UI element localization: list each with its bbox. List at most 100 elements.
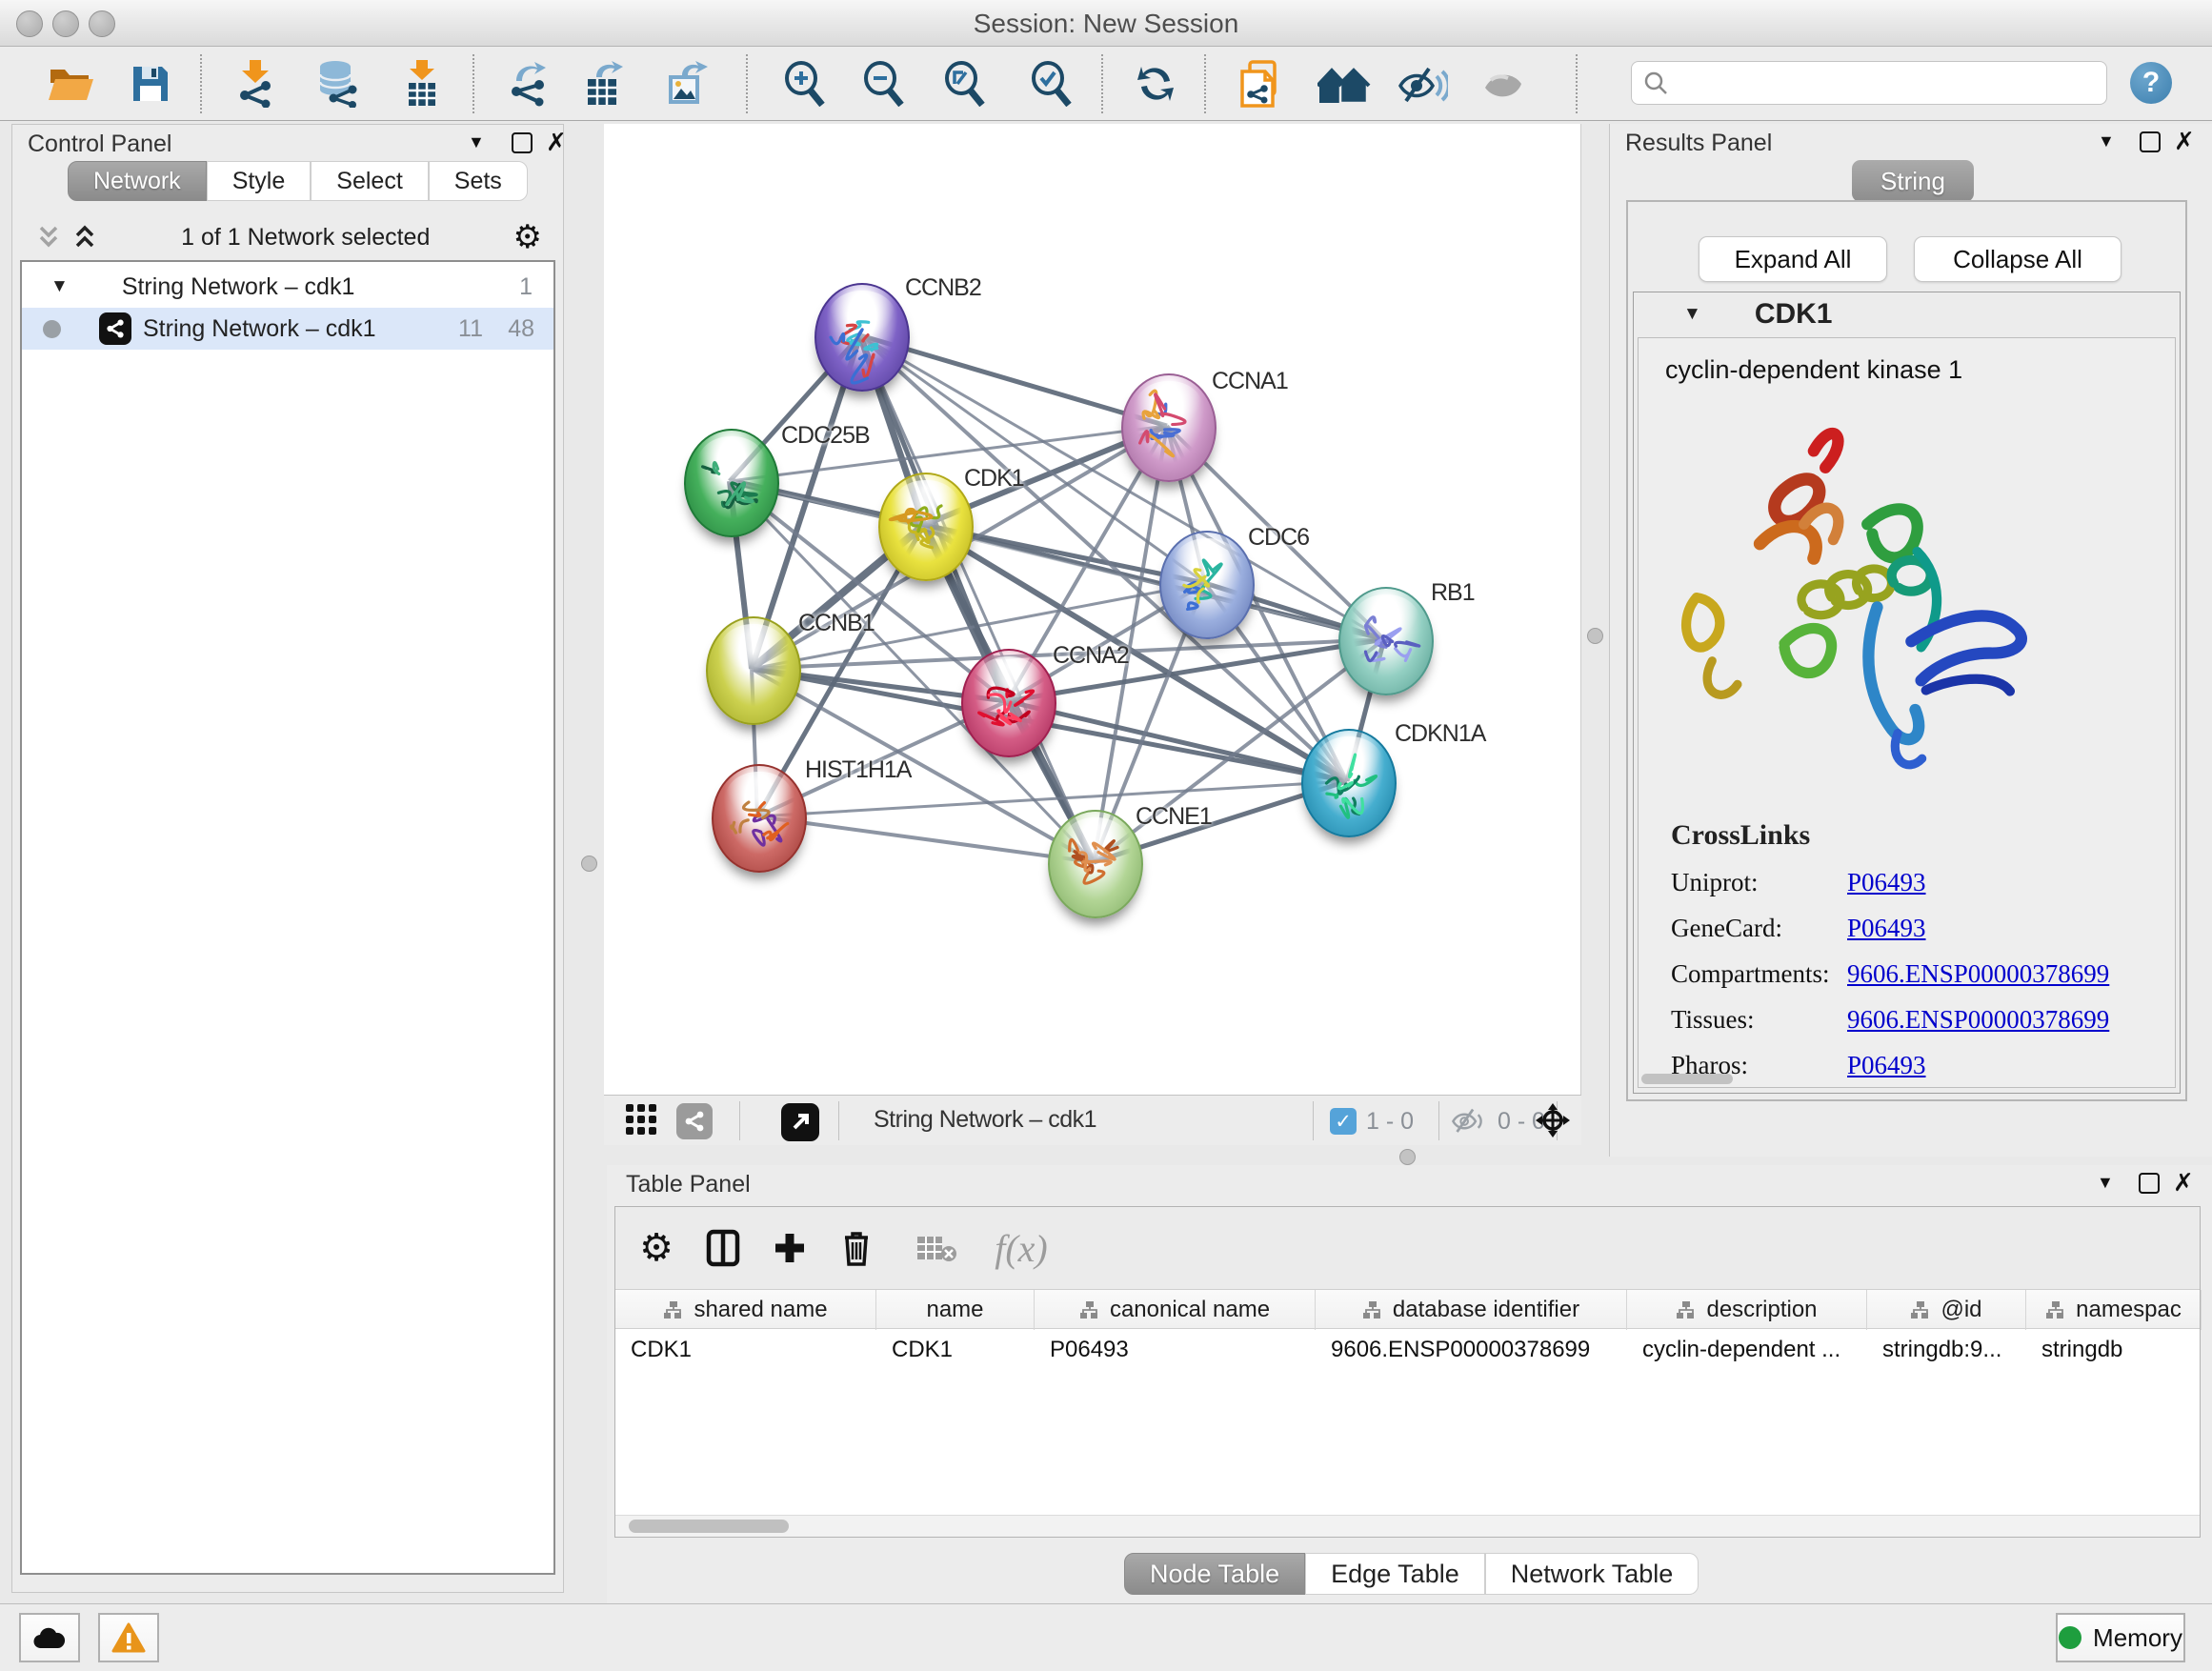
control-panel-menu-button[interactable]: ▼ bbox=[468, 132, 485, 152]
collapse-all-networks-button[interactable] bbox=[35, 224, 62, 251]
grid-view-button[interactable] bbox=[625, 1103, 657, 1136]
hide-selected-button[interactable] bbox=[1396, 56, 1451, 111]
pan-mode-button[interactable] bbox=[1534, 1101, 1572, 1139]
tab-select[interactable]: Select bbox=[311, 161, 428, 201]
show-all-button[interactable] bbox=[1476, 56, 1531, 111]
results-panel-close-button[interactable]: ✗ bbox=[2174, 129, 2195, 153]
show-columns-button[interactable] bbox=[699, 1224, 747, 1272]
save-session-button[interactable] bbox=[123, 56, 178, 111]
node-CDKN1A[interactable] bbox=[1301, 729, 1397, 837]
right-splitter-handle[interactable] bbox=[1587, 628, 1603, 644]
network-from-selection-button[interactable] bbox=[1232, 56, 1287, 111]
cell-namespac[interactable]: stringdb bbox=[2026, 1330, 2202, 1370]
cloud-button[interactable] bbox=[19, 1613, 80, 1662]
cell-canonical-name[interactable]: P06493 bbox=[1035, 1330, 1316, 1370]
protein-section-header[interactable]: ▼ CDK1 bbox=[1634, 292, 2180, 336]
table-horizontal-scrollbar[interactable] bbox=[615, 1515, 2200, 1537]
network-options-gear-icon[interactable]: ⚙ bbox=[513, 221, 542, 253]
table-panel-close-button[interactable]: ✗ bbox=[2173, 1170, 2194, 1195]
horizontal-splitter-handle[interactable] bbox=[1399, 1149, 1416, 1165]
expand-all-networks-button[interactable] bbox=[71, 224, 98, 251]
open-session-button[interactable] bbox=[44, 56, 99, 111]
selected-indicator-checkbox[interactable]: ✓ bbox=[1330, 1108, 1357, 1135]
crosslink-link[interactable]: P06493 bbox=[1847, 914, 1926, 943]
node-CDC25B[interactable] bbox=[684, 429, 779, 537]
expand-all-button[interactable]: Expand All bbox=[1699, 236, 1887, 282]
node-HIST1H1A[interactable] bbox=[712, 764, 807, 873]
table-scrollbar-thumb[interactable] bbox=[629, 1520, 789, 1533]
results-panel-menu-button[interactable]: ▼ bbox=[2098, 131, 2115, 151]
node-CDC6[interactable] bbox=[1159, 531, 1255, 639]
search-input[interactable] bbox=[1668, 69, 2072, 97]
table-panel-float-button[interactable] bbox=[2139, 1173, 2160, 1194]
column-header-name[interactable]: name bbox=[876, 1290, 1035, 1330]
edge-CCNE1-HIST1H1A[interactable] bbox=[757, 816, 1094, 862]
export-image-button[interactable] bbox=[660, 56, 715, 111]
warnings-button[interactable] bbox=[98, 1613, 159, 1662]
zoom-out-button[interactable] bbox=[856, 56, 912, 111]
node-CCNE1[interactable] bbox=[1048, 810, 1143, 918]
delete-column-button[interactable] bbox=[833, 1224, 880, 1272]
export-network-button[interactable] bbox=[500, 56, 555, 111]
network-row[interactable]: String Network – cdk1 11 48 bbox=[22, 308, 553, 350]
first-neighbors-button[interactable] bbox=[1317, 56, 1372, 111]
column-header-description[interactable]: description bbox=[1627, 1290, 1867, 1330]
tab-network-table[interactable]: Network Table bbox=[1485, 1553, 1699, 1595]
cell-database-identifier[interactable]: 9606.ENSP00000378699 bbox=[1316, 1330, 1627, 1370]
export-table-button[interactable] bbox=[577, 56, 633, 111]
node-CCNB2[interactable] bbox=[814, 283, 910, 392]
zoom-selected-button[interactable] bbox=[1024, 56, 1079, 111]
table-options-gear-icon[interactable]: ⚙ bbox=[633, 1224, 680, 1272]
cell-shared-name[interactable]: CDK1 bbox=[615, 1330, 876, 1370]
cell-name[interactable]: CDK1 bbox=[876, 1330, 1035, 1370]
node-RB1[interactable] bbox=[1338, 587, 1434, 695]
results-panel-float-button[interactable] bbox=[2140, 131, 2161, 152]
column-header-namespac[interactable]: namespac bbox=[2026, 1290, 2202, 1330]
table-row[interactable]: CDK1CDK1P064939606.ENSP00000378699cyclin… bbox=[615, 1330, 2200, 1370]
network-canvas[interactable]: CCNB2CCNA1CDC25BCDK1CDC6RB1CCNB1CCNA2CDK… bbox=[604, 124, 1581, 1095]
column-header-canonical-name[interactable]: canonical name bbox=[1035, 1290, 1316, 1330]
control-panel-float-button[interactable] bbox=[512, 132, 533, 153]
help-button[interactable]: ? bbox=[2130, 62, 2172, 104]
tab-string[interactable]: String bbox=[1852, 160, 1974, 202]
add-column-button[interactable] bbox=[766, 1224, 814, 1272]
results-horizontal-scrollbar[interactable] bbox=[1641, 1074, 1733, 1084]
left-splitter-handle[interactable] bbox=[581, 856, 597, 872]
cell-@id[interactable]: stringdb:9... bbox=[1867, 1330, 2026, 1370]
toolbar-separator bbox=[838, 1101, 839, 1140]
apply-layout-button[interactable] bbox=[1128, 56, 1183, 111]
memory-button[interactable]: Memory bbox=[2056, 1613, 2185, 1662]
import-table-file-button[interactable] bbox=[394, 56, 450, 111]
control-panel-close-button[interactable]: ✗ bbox=[546, 130, 567, 154]
node-CCNB1[interactable] bbox=[706, 616, 801, 725]
cell-description[interactable]: cyclin-dependent ... bbox=[1627, 1330, 1867, 1370]
table-panel-menu-button[interactable]: ▼ bbox=[2097, 1173, 2114, 1193]
collection-expand-triangle[interactable]: ▼ bbox=[50, 276, 69, 297]
import-table-icon bbox=[402, 60, 442, 108]
zoom-fit-button[interactable] bbox=[937, 56, 993, 111]
network-collection-row[interactable]: ▼ String Network – cdk1 1 bbox=[22, 266, 553, 308]
crosslink-link[interactable]: P06493 bbox=[1847, 1051, 1926, 1080]
network-view-type-button[interactable] bbox=[676, 1103, 713, 1139]
column-header-database-identifier[interactable]: database identifier bbox=[1316, 1290, 1627, 1330]
crosslink-link[interactable]: 9606.ENSP00000378699 bbox=[1847, 1005, 2109, 1035]
crosslink-link[interactable]: P06493 bbox=[1847, 868, 1926, 897]
column-header-shared-name[interactable]: shared name bbox=[615, 1290, 876, 1330]
node-CDK1[interactable] bbox=[878, 473, 974, 581]
tab-network[interactable]: Network bbox=[68, 161, 207, 201]
detach-view-button[interactable] bbox=[781, 1103, 819, 1141]
node-CCNA2[interactable] bbox=[961, 649, 1056, 757]
section-collapse-triangle[interactable]: ▼ bbox=[1683, 304, 1701, 325]
column-header-@id[interactable]: @id bbox=[1867, 1290, 2026, 1330]
import-network-database-button[interactable] bbox=[311, 56, 366, 111]
tab-sets[interactable]: Sets bbox=[429, 161, 528, 201]
node-CCNA1[interactable] bbox=[1121, 373, 1217, 482]
crosslink-link[interactable]: 9606.ENSP00000378699 bbox=[1847, 959, 2109, 989]
import-network-file-button[interactable] bbox=[228, 56, 283, 111]
tab-edge-table[interactable]: Edge Table bbox=[1305, 1553, 1485, 1595]
tab-node-table[interactable]: Node Table bbox=[1124, 1553, 1305, 1595]
zoom-in-button[interactable] bbox=[777, 56, 833, 111]
collapse-all-button[interactable]: Collapse All bbox=[1914, 236, 2122, 282]
tab-style[interactable]: Style bbox=[207, 161, 312, 201]
search-box[interactable] bbox=[1631, 61, 2107, 105]
